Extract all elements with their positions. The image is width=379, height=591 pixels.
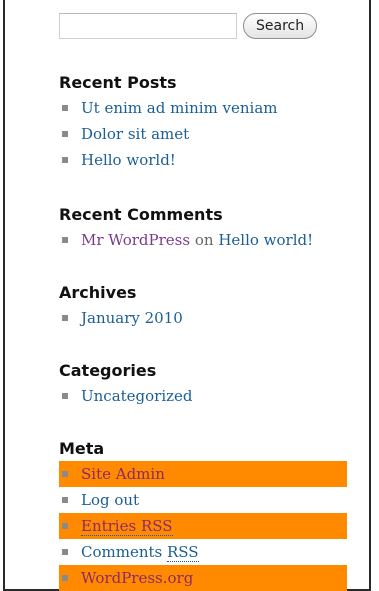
archives-widget: Archives January 2010 xyxy=(59,283,183,331)
bullet-icon xyxy=(62,497,68,503)
recent-comments-title: Recent Comments xyxy=(59,205,223,224)
list-item-highlighted: WordPress.org xyxy=(59,565,347,591)
search-input[interactable] xyxy=(59,13,237,39)
site-admin-link[interactable]: Site Admin xyxy=(81,465,165,483)
bullet-icon xyxy=(62,575,68,581)
list-item: Ut enim ad minim veniam xyxy=(59,95,278,121)
sidebar: Search Recent Posts Ut enim ad minim ven… xyxy=(59,10,349,591)
list-item: Comments RSS xyxy=(59,539,347,565)
list-item: Dolor sit amet xyxy=(59,121,278,147)
search-form: Search xyxy=(59,10,349,42)
comment-connector-text: on xyxy=(194,231,214,249)
list-item: Uncategorized xyxy=(59,383,193,409)
frame-border-right xyxy=(369,0,371,591)
recent-post-link[interactable]: Dolor sit amet xyxy=(81,125,189,143)
recent-posts-title: Recent Posts xyxy=(59,73,177,92)
categories-title: Categories xyxy=(59,361,157,380)
list-item: Log out xyxy=(59,487,347,513)
recent-posts-list: Ut enim ad minim veniam Dolor sit amet H… xyxy=(59,95,278,173)
comments-rss-link[interactable]: Comments RSS xyxy=(81,543,199,562)
bullet-icon xyxy=(62,315,68,321)
search-button[interactable]: Search xyxy=(243,13,318,39)
page-frame: Search Recent Posts Ut enim ad minim ven… xyxy=(0,0,379,591)
meta-widget: Meta Site Admin Log out Entries RSS Comm… xyxy=(59,439,347,591)
archives-title: Archives xyxy=(59,283,137,302)
archive-link[interactable]: January 2010 xyxy=(81,309,183,327)
bullet-icon xyxy=(62,237,68,243)
comments-rss-label: Comments xyxy=(81,543,167,561)
categories-widget: Categories Uncategorized xyxy=(59,361,193,409)
log-out-link[interactable]: Log out xyxy=(81,491,139,509)
wordpress-org-link[interactable]: WordPress.org xyxy=(81,569,193,587)
bullet-icon xyxy=(62,157,68,163)
list-item-highlighted: Site Admin xyxy=(59,461,347,487)
category-link[interactable]: Uncategorized xyxy=(81,387,193,405)
bullet-icon xyxy=(62,393,68,399)
bullet-icon xyxy=(62,523,68,529)
comment-post-link[interactable]: Hello world! xyxy=(218,231,313,249)
meta-title: Meta xyxy=(59,439,105,458)
bullet-icon xyxy=(62,549,68,555)
list-item-highlighted: Entries RSS xyxy=(59,513,347,539)
frame-border-left xyxy=(3,0,5,591)
recent-comments-widget: Recent Comments Mr WordPress on Hello wo… xyxy=(59,205,313,253)
archives-list: January 2010 xyxy=(59,305,183,331)
list-item: Mr WordPress on Hello world! xyxy=(59,227,313,253)
list-item: January 2010 xyxy=(59,305,183,331)
recent-post-link[interactable]: Ut enim ad minim veniam xyxy=(81,99,278,117)
recent-posts-widget: Recent Posts Ut enim ad minim veniam Dol… xyxy=(59,73,278,173)
recent-comments-list: Mr WordPress on Hello world! xyxy=(59,227,313,253)
recent-post-link[interactable]: Hello world! xyxy=(81,151,176,169)
entries-rss-link[interactable]: Entries RSS xyxy=(81,517,173,536)
bullet-icon xyxy=(62,471,68,477)
bullet-icon xyxy=(62,105,68,111)
comment-author-link[interactable]: Mr WordPress xyxy=(81,231,190,249)
meta-list: Site Admin Log out Entries RSS Comments … xyxy=(59,461,347,591)
bullet-icon xyxy=(62,131,68,137)
rss-abbr: RSS xyxy=(167,543,199,562)
categories-list: Uncategorized xyxy=(59,383,193,409)
list-item: Hello world! xyxy=(59,147,278,173)
